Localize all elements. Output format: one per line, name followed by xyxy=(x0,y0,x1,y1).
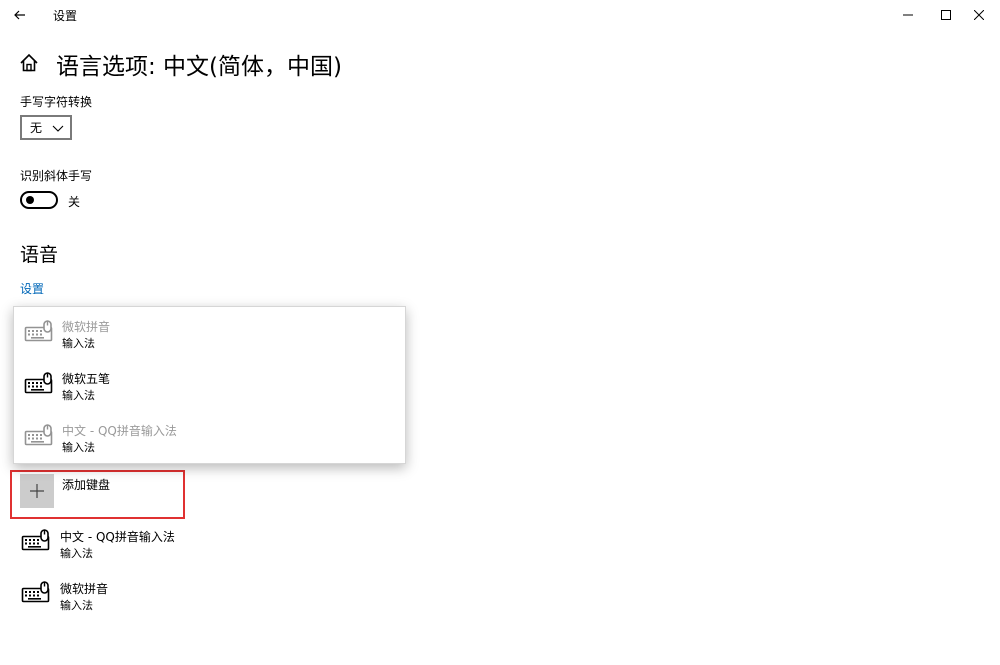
keyboard-name: 中文 - QQ拼音输入法 xyxy=(60,530,175,544)
keyboard-type: 输入法 xyxy=(60,547,93,560)
toggle-state-label: 关 xyxy=(68,195,81,209)
close-button[interactable] xyxy=(956,0,1000,30)
flyout-item-type: 输入法 xyxy=(62,441,95,454)
window-title: 设置 xyxy=(53,9,78,23)
keyboard-list-item[interactable]: 微软拼音 输入法 xyxy=(0,576,400,626)
flyout-item-name: 中文 - QQ拼音输入法 xyxy=(62,424,177,438)
flyout-item-type: 输入法 xyxy=(62,389,95,402)
toggle-knob xyxy=(26,196,34,204)
page-title: 语言选项: 中文(简体，中国) xyxy=(56,54,343,80)
back-arrow-icon xyxy=(14,10,25,20)
flyout-item[interactable]: 中文 - QQ拼音输入法 输入法 xyxy=(14,411,405,463)
minimize-icon xyxy=(903,14,913,16)
slant-recognition-label: 识别斜体手写 xyxy=(20,169,93,183)
handwriting-conversion-dropdown[interactable]: 无 xyxy=(20,115,72,140)
keyboard-icon xyxy=(24,372,54,394)
home-icon[interactable] xyxy=(18,52,40,74)
speech-settings-link[interactable]: 设置 xyxy=(20,280,44,297)
keyboard-icon xyxy=(24,320,54,342)
flyout-item-name: 微软拼音 xyxy=(62,320,111,334)
flyout-item[interactable]: 微软拼音 输入法 xyxy=(14,307,405,359)
close-icon xyxy=(974,10,984,20)
maximize-icon xyxy=(941,10,951,20)
speech-section-title: 语音 xyxy=(20,244,59,266)
flyout-item-name: 微软五笔 xyxy=(62,372,111,386)
keyboard-icon xyxy=(24,424,54,446)
slant-recognition-toggle[interactable] xyxy=(20,191,58,209)
keyboard-type: 输入法 xyxy=(60,599,93,612)
keyboard-icon xyxy=(21,529,51,551)
chevron-down-icon xyxy=(52,125,64,132)
flyout-item-type: 输入法 xyxy=(62,337,95,350)
keyboard-name: 微软拼音 xyxy=(60,582,109,596)
flyout-item[interactable]: 微软五笔 输入法 xyxy=(14,359,405,411)
keyboard-list-item[interactable]: 中文 - QQ拼音输入法 输入法 xyxy=(0,524,400,574)
handwriting-conversion-label: 手写字符转换 xyxy=(20,95,93,109)
add-keyboard-flyout: 微软拼音 输入法 微软五笔 输入法 中文 - QQ拼音输入法 输入法 xyxy=(13,306,406,464)
dropdown-selected-value: 无 xyxy=(30,121,43,135)
keyboard-icon xyxy=(21,581,51,603)
annotation-highlight-box xyxy=(10,470,185,519)
back-button[interactable] xyxy=(0,0,40,30)
